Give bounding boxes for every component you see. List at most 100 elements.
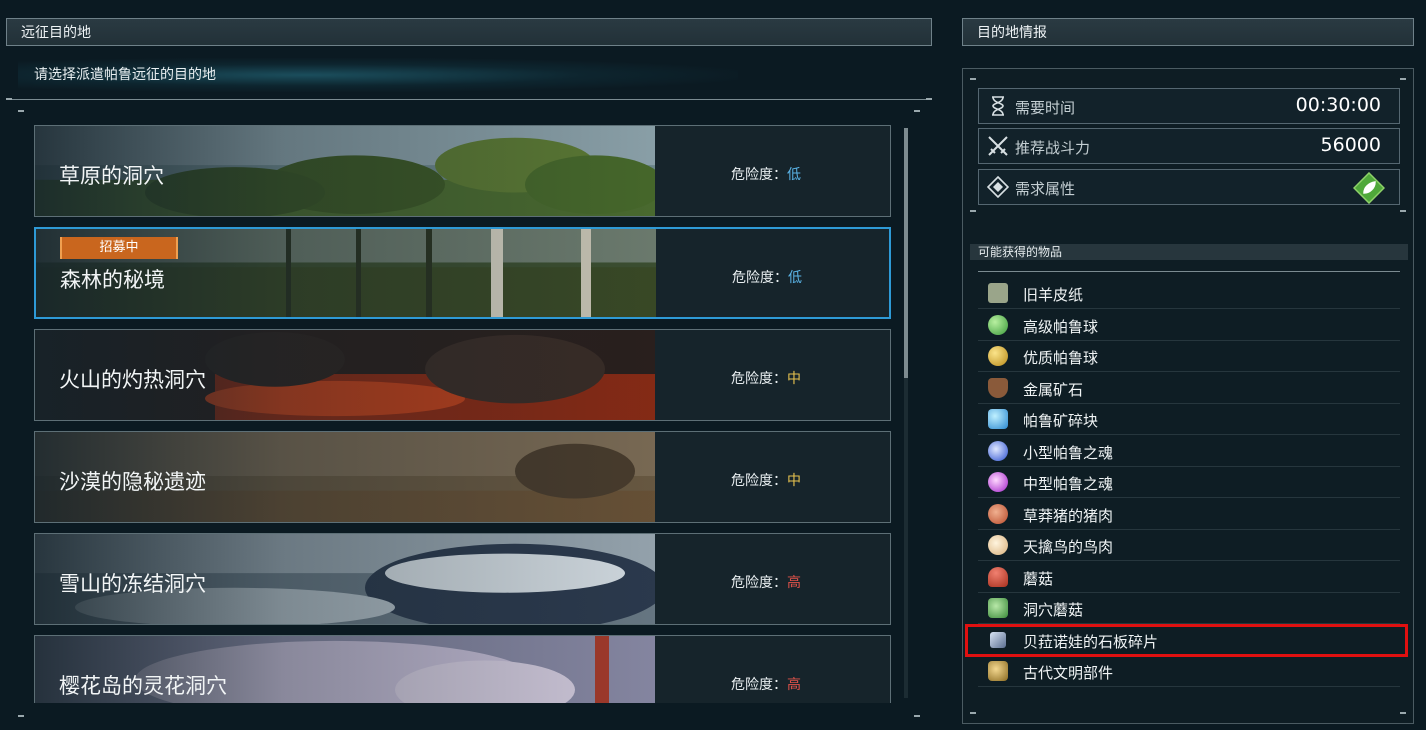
- corner-tick: [18, 110, 24, 112]
- danger-label: 危险度：: [732, 270, 788, 286]
- giga-sphere-icon: [988, 346, 1008, 366]
- destination-card[interactable]: 雪山的冻结洞穴 危险度：高: [34, 533, 891, 625]
- required-element-label: 需求属性: [1015, 180, 1076, 198]
- corner-tick: [970, 210, 976, 212]
- panel-title: 目的地情报: [977, 25, 1047, 41]
- leaf-icon: [1353, 172, 1385, 204]
- danger-label: 危险度：: [731, 575, 787, 591]
- corner-tick: [970, 712, 976, 714]
- recommended-power-value: 56000: [1320, 134, 1381, 156]
- small-soul-icon: [988, 441, 1008, 461]
- list-item: 帕鲁矿碎块: [978, 404, 1400, 435]
- required-time-row: 需要时间 00:30:00: [978, 88, 1400, 124]
- danger-info: 危险度：中: [731, 470, 801, 490]
- item-label: 帕鲁矿碎块: [1023, 412, 1099, 430]
- danger-level: 中: [787, 371, 801, 387]
- list-item: 洞穴蘑菇: [978, 593, 1400, 624]
- destination-card-selected[interactable]: 招募中 森林的秘境 危险度：低: [34, 227, 891, 319]
- corner-tick: [1400, 210, 1406, 212]
- required-element-row: 需求属性: [978, 169, 1400, 205]
- ore-icon: [988, 378, 1008, 398]
- medium-soul-icon: [988, 472, 1008, 492]
- corner-tick: [970, 78, 976, 80]
- possible-items-header: 可能获得的物品: [970, 244, 1408, 260]
- danger-level: 低: [787, 167, 801, 183]
- panel-title: 远征目的地: [21, 25, 91, 41]
- item-label: 旧羊皮纸: [1023, 286, 1084, 304]
- recruiting-badge: 招募中: [60, 237, 178, 259]
- list-item: 高级帕鲁球: [978, 310, 1400, 341]
- corner-tick: [914, 110, 920, 112]
- item-label: 小型帕鲁之魂: [1023, 444, 1114, 462]
- ancient-part-icon: [988, 661, 1008, 681]
- divider: [978, 271, 1400, 272]
- destination-name: 火山的灼热洞穴: [59, 368, 206, 392]
- crossed-swords-icon: [988, 136, 1008, 156]
- destination-name: 樱花岛的灵花洞穴: [59, 674, 227, 698]
- item-label: 中型帕鲁之魂: [1023, 475, 1114, 493]
- chicken-icon: [988, 535, 1008, 555]
- highlight-box: [965, 624, 1408, 657]
- list-item: 小型帕鲁之魂: [978, 436, 1400, 467]
- danger-label: 危险度：: [731, 167, 787, 183]
- list-item: 金属矿石: [978, 373, 1400, 404]
- destination-list: 草原的洞穴 危险度：低 招募中 森林的秘境 危险度：低 火山的灼热洞穴 危险度：…: [34, 125, 891, 703]
- destination-card[interactable]: 樱花岛的灵花洞穴 危险度：高: [34, 635, 891, 703]
- divider-tick: [6, 98, 12, 100]
- danger-level: 低: [788, 270, 802, 286]
- danger-label: 危险度：: [731, 371, 787, 387]
- item-label: 洞穴蘑菇: [1023, 601, 1084, 619]
- destination-scrollbar[interactable]: [904, 128, 908, 698]
- recommended-power-label: 推荐战斗力: [1015, 139, 1091, 157]
- danger-level: 中: [787, 473, 801, 489]
- danger-label: 危险度：: [731, 677, 787, 693]
- item-label: 天擒鸟的鸟肉: [1023, 538, 1114, 556]
- pork-icon: [988, 504, 1008, 524]
- list-item: 古代文明部件: [978, 656, 1400, 687]
- destination-name: 雪山的冻结洞穴: [59, 572, 206, 596]
- destination-name: 草原的洞穴: [59, 164, 164, 188]
- corner-tick: [18, 715, 24, 717]
- mega-sphere-icon: [988, 315, 1008, 335]
- danger-info: 危险度：高: [731, 674, 801, 694]
- scrollbar-thumb[interactable]: [904, 128, 908, 378]
- list-item: 旧羊皮纸: [978, 278, 1400, 309]
- list-item: 天擒鸟的鸟肉: [978, 530, 1400, 561]
- destination-card[interactable]: 沙漠的隐秘遗迹 危险度：中: [34, 431, 891, 523]
- expedition-destination-header: 远征目的地: [6, 18, 932, 46]
- divider-tick: [926, 98, 932, 100]
- danger-info: 危险度：高: [731, 572, 801, 592]
- list-item: 草莽猪的猪肉: [978, 499, 1400, 530]
- element-diamond-icon: [987, 176, 1009, 198]
- danger-info: 危险度：中: [731, 368, 801, 388]
- destination-name: 森林的秘境: [60, 268, 165, 292]
- list-item: 蘑菇: [978, 562, 1400, 593]
- divider: [6, 99, 932, 100]
- item-label: 优质帕鲁球: [1023, 349, 1099, 367]
- cave-mushroom-icon: [988, 598, 1008, 618]
- required-time-label: 需要时间: [1015, 99, 1076, 117]
- destination-info-header: 目的地情报: [962, 18, 1414, 46]
- danger-level: 高: [787, 575, 801, 591]
- danger-label: 危险度：: [731, 473, 787, 489]
- recommended-power-row: 推荐战斗力 56000: [978, 128, 1400, 164]
- parchment-icon: [988, 283, 1008, 303]
- corner-tick: [914, 715, 920, 717]
- required-time-value: 00:30:00: [1295, 94, 1381, 116]
- danger-info: 危险度：低: [731, 164, 801, 184]
- mushroom-icon: [988, 567, 1008, 587]
- destination-instruction: 请选择派遣帕鲁远征的目的地: [18, 58, 738, 92]
- item-label: 高级帕鲁球: [1023, 318, 1099, 336]
- corner-tick: [1400, 78, 1406, 80]
- item-label: 蘑菇: [1023, 570, 1054, 588]
- corner-tick: [1400, 712, 1406, 714]
- destination-card[interactable]: 火山的灼热洞穴 危险度：中: [34, 329, 891, 421]
- item-label: 草莽猪的猪肉: [1023, 507, 1114, 525]
- item-label: 古代文明部件: [1023, 664, 1114, 682]
- list-item: 优质帕鲁球: [978, 341, 1400, 372]
- destination-card[interactable]: 草原的洞穴 危险度：低: [34, 125, 891, 217]
- hourglass-icon: [992, 96, 1004, 116]
- item-label: 金属矿石: [1023, 381, 1084, 399]
- danger-level: 高: [787, 677, 801, 693]
- list-item: 中型帕鲁之魂: [978, 467, 1400, 498]
